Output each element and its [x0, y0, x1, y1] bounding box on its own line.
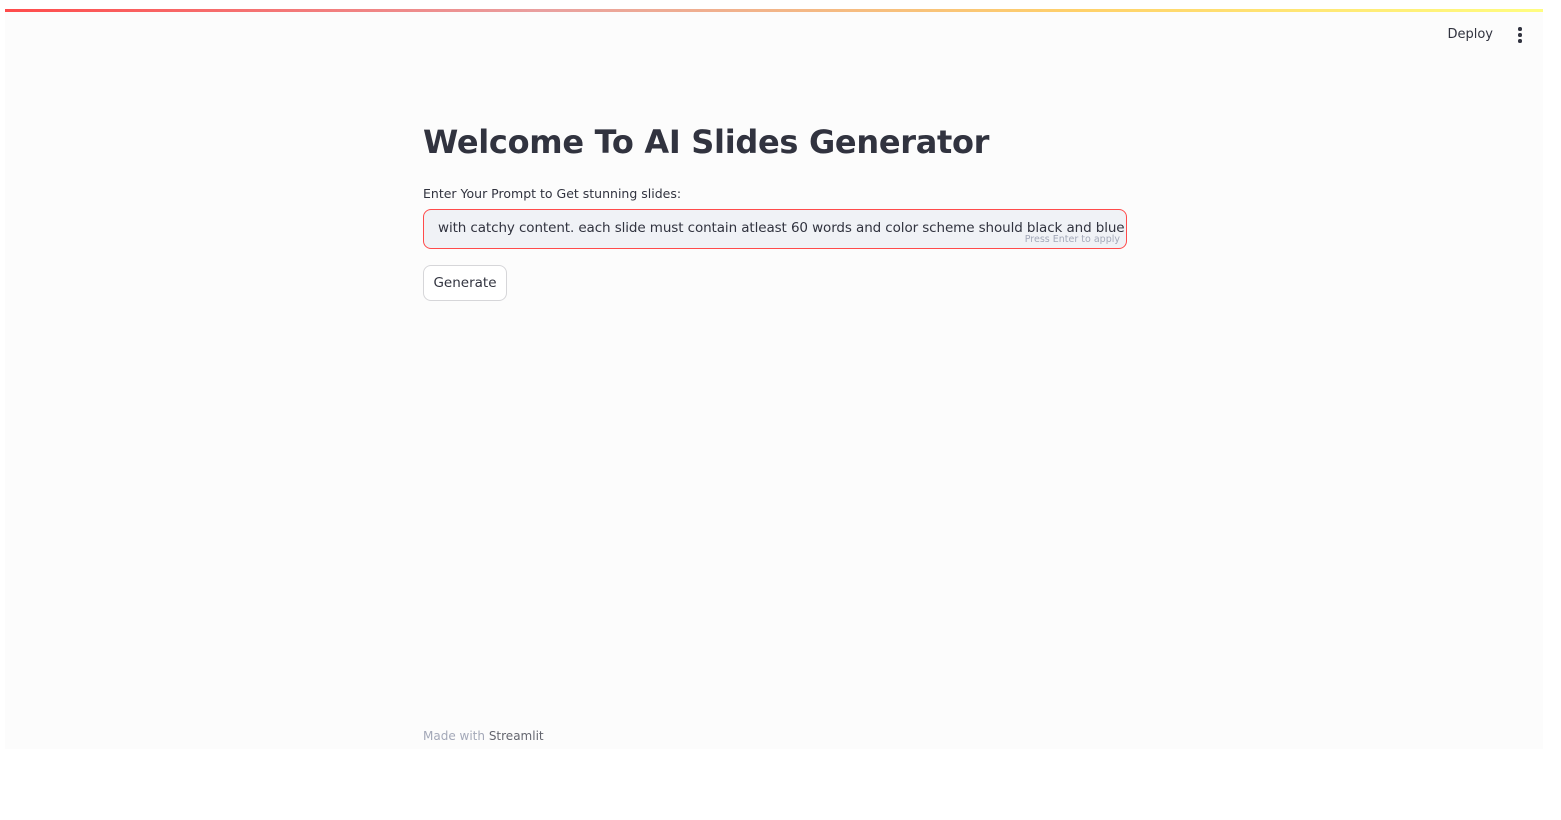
streamlit-link[interactable]: Streamlit: [489, 729, 544, 743]
app-container: Deploy Welcome To AI Slides Generator En…: [5, 9, 1543, 749]
vertical-ellipsis-icon[interactable]: [1512, 26, 1528, 44]
deploy-button[interactable]: Deploy: [1447, 28, 1493, 42]
input-hint: Press Enter to apply: [1024, 234, 1120, 245]
text-caret: [1125, 220, 1126, 235]
footer: Made with Streamlit: [423, 729, 544, 743]
footer-made-with: Made with: [423, 729, 485, 743]
prompt-input-value[interactable]: with catchy content. each slide must con…: [438, 220, 1126, 236]
main-content: Welcome To AI Slides Generator Enter You…: [423, 9, 1127, 749]
page-title: Welcome To AI Slides Generator: [423, 123, 990, 161]
prompt-input[interactable]: with catchy content. each slide must con…: [423, 209, 1127, 249]
generate-button[interactable]: Generate: [423, 265, 507, 301]
prompt-text: with catchy content. each slide must con…: [438, 220, 1125, 236]
prompt-label: Enter Your Prompt to Get stunning slides…: [423, 186, 682, 201]
